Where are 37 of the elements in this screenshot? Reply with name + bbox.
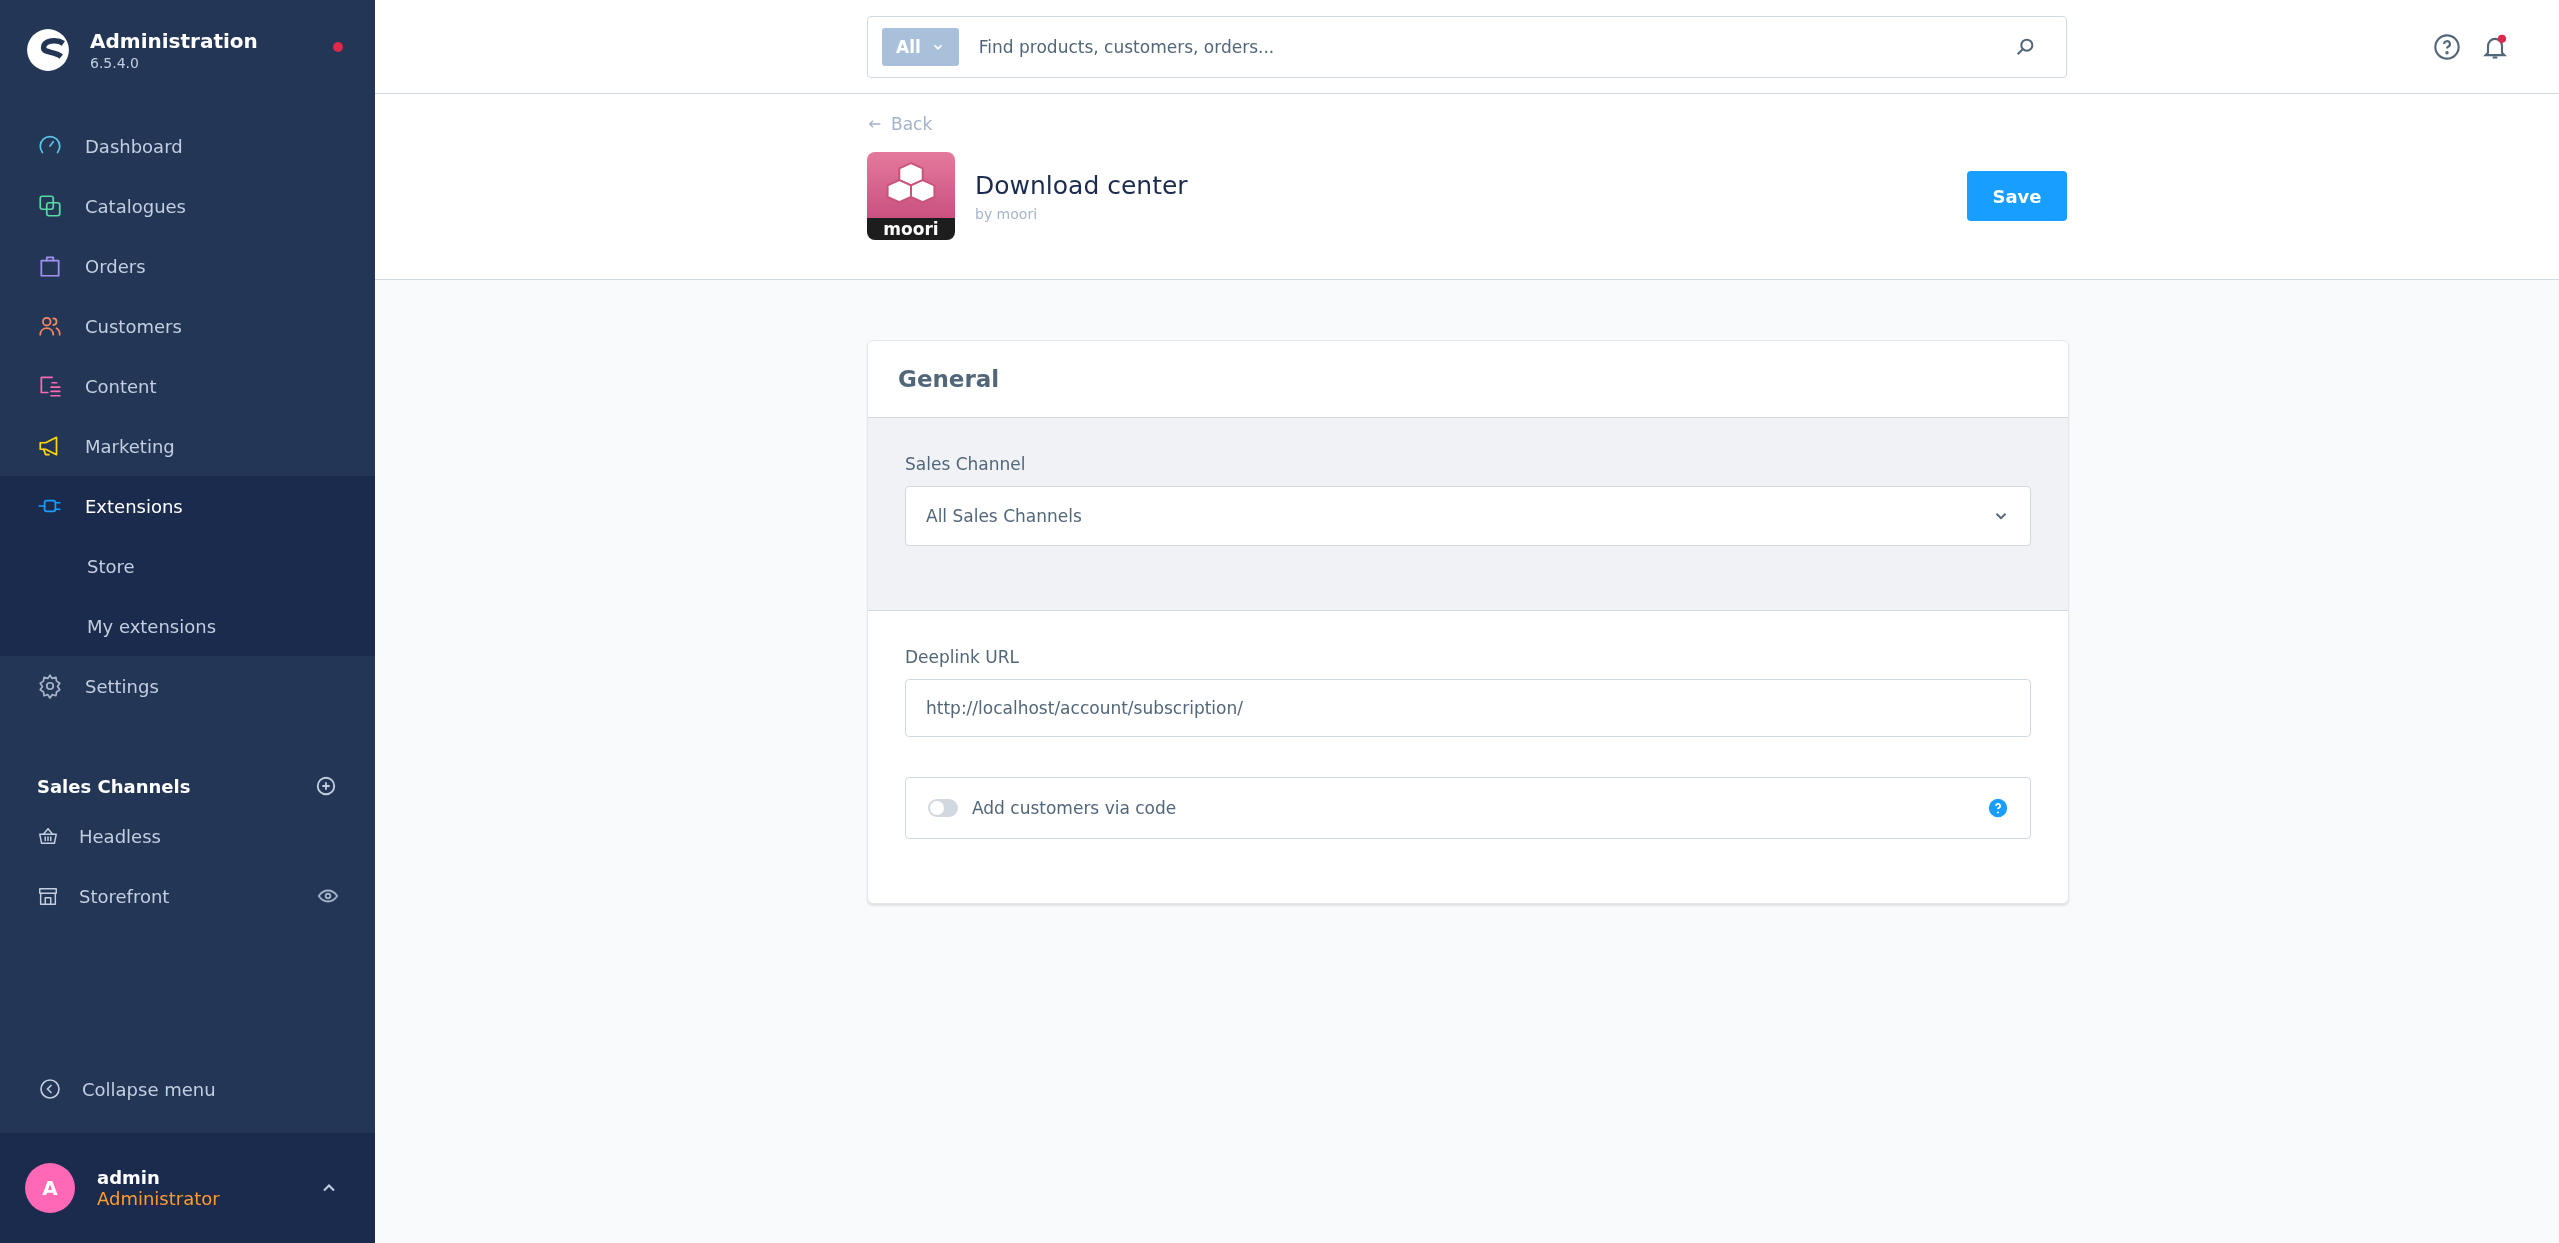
- sales-channel-link[interactable]: Headless: [79, 825, 339, 847]
- deeplink-url-field[interactable]: http://localhost/account/subscription/: [905, 679, 2031, 737]
- sales-channel-select[interactable]: All Sales Channels: [905, 486, 2031, 546]
- author-label: by moori: [975, 205, 1039, 222]
- nav-subitem[interactable]: My extensions: [0, 596, 375, 656]
- chevron-left-icon: [38, 1077, 62, 1101]
- app-logo: moori: [867, 152, 955, 240]
- user-role: Administrator: [97, 1188, 221, 1209]
- toggle-label: Add customers via code: [972, 798, 1178, 818]
- avatar: A: [25, 1163, 75, 1213]
- nav-item[interactable]: Orders: [0, 236, 375, 296]
- nav-item[interactable]: Extensions: [0, 476, 375, 536]
- nav-item[interactable]: Content: [0, 356, 375, 416]
- nav-subitem[interactable]: Store: [0, 536, 375, 596]
- basket-icon: [37, 825, 59, 847]
- user-name: admin: [97, 1167, 161, 1188]
- help-icon[interactable]: [2433, 32, 2461, 61]
- bell-icon[interactable]: [2481, 32, 2509, 61]
- toggle-switch[interactable]: [928, 799, 958, 817]
- add-icon[interactable]: [315, 775, 337, 797]
- nav-item[interactable]: Customers: [0, 296, 375, 356]
- sales-channel-link[interactable]: Storefront: [79, 885, 297, 907]
- store-icon: [37, 885, 59, 907]
- page-title: Download center: [975, 170, 1189, 200]
- nav-item[interactable]: Dashboard: [0, 116, 375, 176]
- collapse-menu-link[interactable]: Collapse menu: [82, 1078, 216, 1100]
- version-label: 6.5.4.0: [90, 55, 140, 71]
- app-title: Administration: [90, 29, 259, 53]
- nav-item[interactable]: Catalogues: [0, 176, 375, 236]
- field-label: Deeplink URL: [905, 647, 1020, 667]
- logo-icon: [26, 28, 70, 72]
- field-label: Sales Channel: [905, 454, 1027, 474]
- card-title: General: [898, 366, 1000, 392]
- nav-item[interactable]: Marketing: [0, 416, 375, 476]
- help-icon[interactable]: [1988, 798, 2008, 818]
- nav-item[interactable]: Settings: [0, 656, 375, 716]
- section-title: Sales Channels: [37, 775, 191, 797]
